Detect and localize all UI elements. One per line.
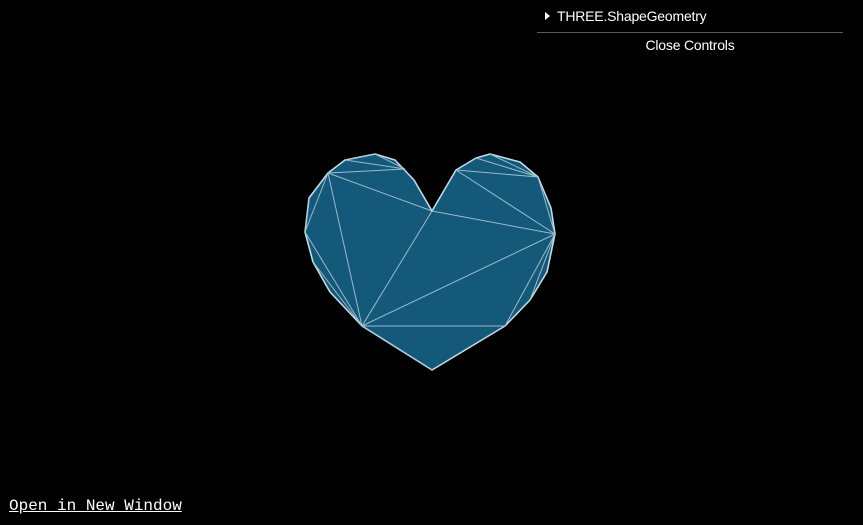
close-controls-button[interactable]: Close Controls	[537, 33, 843, 58]
heart-shape-geometry	[304, 153, 556, 371]
triangle-right-icon	[545, 12, 550, 20]
folder-title: THREE.ShapeGeometry	[557, 8, 707, 24]
three-canvas[interactable]	[0, 0, 863, 525]
controls-panel: THREE.ShapeGeometry Close Controls	[537, 0, 843, 58]
heart-fill	[304, 153, 556, 371]
folder-three-shapegeometry[interactable]: THREE.ShapeGeometry	[537, 0, 843, 33]
open-in-new-window-link[interactable]: Open in New Window	[9, 497, 182, 515]
